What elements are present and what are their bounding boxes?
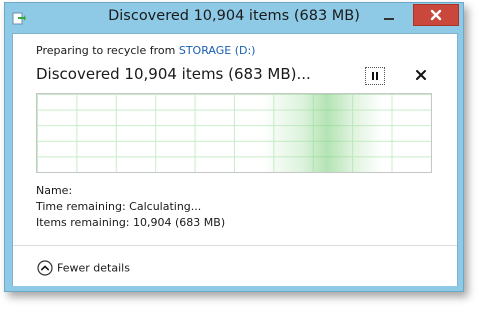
dialog-body: Preparing to recycle from STORAGE (D:) D… [12, 33, 458, 286]
cancel-operation-button[interactable] [413, 67, 429, 83]
progress-graph [36, 93, 432, 173]
items-remaining-value: 10,904 (683 MB) [133, 216, 226, 229]
time-remaining-value: Calculating... [129, 200, 202, 213]
minimize-icon [384, 18, 394, 20]
dialog-footer: Fewer details [13, 245, 457, 286]
time-remaining-label: Time remaining: [36, 200, 126, 213]
source-drive-link[interactable]: STORAGE (D:) [179, 44, 256, 57]
title-bar[interactable]: Discovered 10,904 items (683 MB) [5, 3, 463, 31]
items-remaining-row: Items remaining: 10,904 (683 MB) [36, 216, 225, 229]
preparing-text: Preparing to recycle from STORAGE (D:) [36, 44, 255, 57]
name-row: Name: [36, 184, 72, 197]
time-remaining-row: Time remaining: Calculating... [36, 200, 201, 213]
items-remaining-label: Items remaining: [36, 216, 130, 229]
chevron-up-circle-icon [37, 260, 53, 276]
minimize-button[interactable] [376, 7, 402, 25]
stop-x-icon [413, 68, 429, 87]
name-label: Name: [36, 184, 73, 197]
fewer-details-label: Fewer details [57, 261, 130, 275]
preparing-prefix: Preparing to recycle from [36, 44, 179, 57]
status-heading: Discovered 10,904 items (683 MB)... [36, 65, 311, 83]
recycle-progress-window: Discovered 10,904 items (683 MB) Prepari… [4, 2, 464, 292]
close-window-button[interactable] [413, 4, 459, 26]
fewer-details-button[interactable]: Fewer details [37, 260, 130, 276]
pause-button[interactable] [365, 67, 385, 85]
